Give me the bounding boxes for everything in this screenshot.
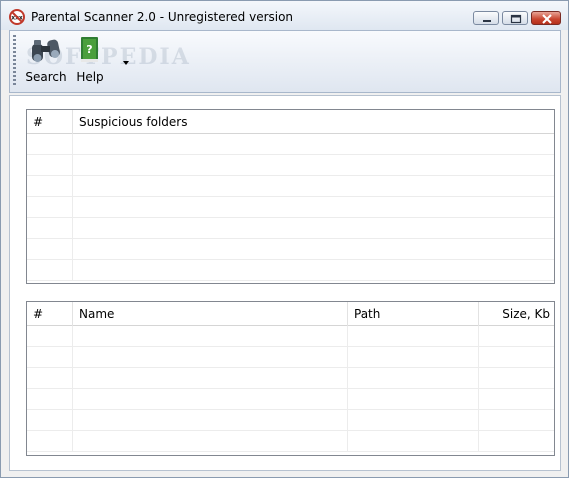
suspicious-folders-table[interactable]: # Suspicious folders [26, 109, 555, 284]
table-cell [27, 389, 73, 410]
table-cell [73, 197, 554, 218]
table-row[interactable] [27, 347, 554, 368]
table-cell [27, 197, 73, 218]
table-cell [348, 389, 479, 410]
table-row[interactable] [27, 260, 554, 281]
table-header: # Name Path Size, Kb [27, 302, 554, 326]
table-header: # Suspicious folders [27, 110, 554, 134]
table-cell [27, 260, 73, 281]
table-cell [27, 431, 73, 452]
table-cell [27, 134, 73, 155]
suspicious-files-table[interactable]: # Name Path Size, Kb [26, 301, 555, 456]
table-cell [27, 218, 73, 239]
table-cell [73, 134, 554, 155]
help-label: Help [76, 70, 104, 84]
svg-text:?: ? [86, 43, 92, 56]
table-cell [27, 410, 73, 431]
close-button[interactable] [531, 11, 561, 25]
table-cell [27, 176, 73, 197]
maximize-button[interactable] [502, 11, 528, 25]
table-cell [27, 155, 73, 176]
table-row[interactable] [27, 176, 554, 197]
table-cell [479, 410, 554, 431]
table-cell [73, 218, 554, 239]
table-cell [73, 326, 348, 347]
help-button[interactable]: ? Help [74, 35, 106, 84]
table-row[interactable] [27, 326, 554, 347]
table-cell [479, 326, 554, 347]
no-symbol-icon: xxx [9, 9, 25, 25]
table-cell [73, 389, 348, 410]
table-cell [348, 431, 479, 452]
binoculars-icon [32, 39, 60, 62]
table-row[interactable] [27, 218, 554, 239]
table-cell [27, 239, 73, 260]
app-window: xxx Parental Scanner 2.0 - Unregistered … [0, 0, 569, 478]
table-cell [479, 368, 554, 389]
maximize-icon [510, 14, 522, 24]
table-cell [479, 431, 554, 452]
minimize-button[interactable] [473, 11, 499, 25]
table-cell [348, 326, 479, 347]
table-body [27, 134, 554, 281]
table-cell [73, 368, 348, 389]
column-header-name[interactable]: Name [73, 302, 348, 326]
table-cell [73, 410, 348, 431]
help-book-icon: ? [81, 37, 98, 62]
table-row[interactable] [27, 197, 554, 218]
table-cell [348, 410, 479, 431]
table-row[interactable] [27, 134, 554, 155]
chevron-down-icon[interactable] [121, 59, 131, 67]
search-label: Search [25, 70, 67, 84]
table-row[interactable] [27, 410, 554, 431]
table-cell [73, 347, 348, 368]
table-cell [348, 368, 479, 389]
table-cell [27, 326, 73, 347]
column-header-index[interactable]: # [27, 302, 73, 326]
window-title: Parental Scanner 2.0 - Unregistered vers… [31, 10, 294, 24]
table-row[interactable] [27, 389, 554, 410]
column-header-index[interactable]: # [27, 110, 73, 134]
table-row[interactable] [27, 368, 554, 389]
column-header-size[interactable]: Size, Kb [479, 302, 554, 326]
table-cell [479, 347, 554, 368]
table-row[interactable] [27, 431, 554, 452]
table-cell [73, 239, 554, 260]
column-header-suspicious-folders[interactable]: Suspicious folders [73, 110, 554, 134]
toolbar-grip[interactable] [13, 35, 16, 87]
table-row[interactable] [27, 155, 554, 176]
title-bar[interactable]: xxx Parental Scanner 2.0 - Unregistered … [1, 1, 568, 30]
table-cell [73, 155, 554, 176]
toolbar: SOFTPEDIA Search ? Help [9, 30, 561, 93]
table-cell [73, 176, 554, 197]
table-cell [73, 260, 554, 281]
minimize-icon [483, 20, 491, 22]
table-cell [27, 347, 73, 368]
search-button[interactable]: Search [24, 35, 68, 84]
close-icon [542, 14, 552, 24]
column-header-path[interactable]: Path [348, 302, 479, 326]
table-cell [73, 431, 348, 452]
table-body [27, 326, 554, 452]
main-panel: # Suspicious folders # Name Path Size, K… [9, 95, 561, 471]
table-cell [348, 347, 479, 368]
table-cell [479, 389, 554, 410]
table-row[interactable] [27, 239, 554, 260]
table-cell [27, 368, 73, 389]
